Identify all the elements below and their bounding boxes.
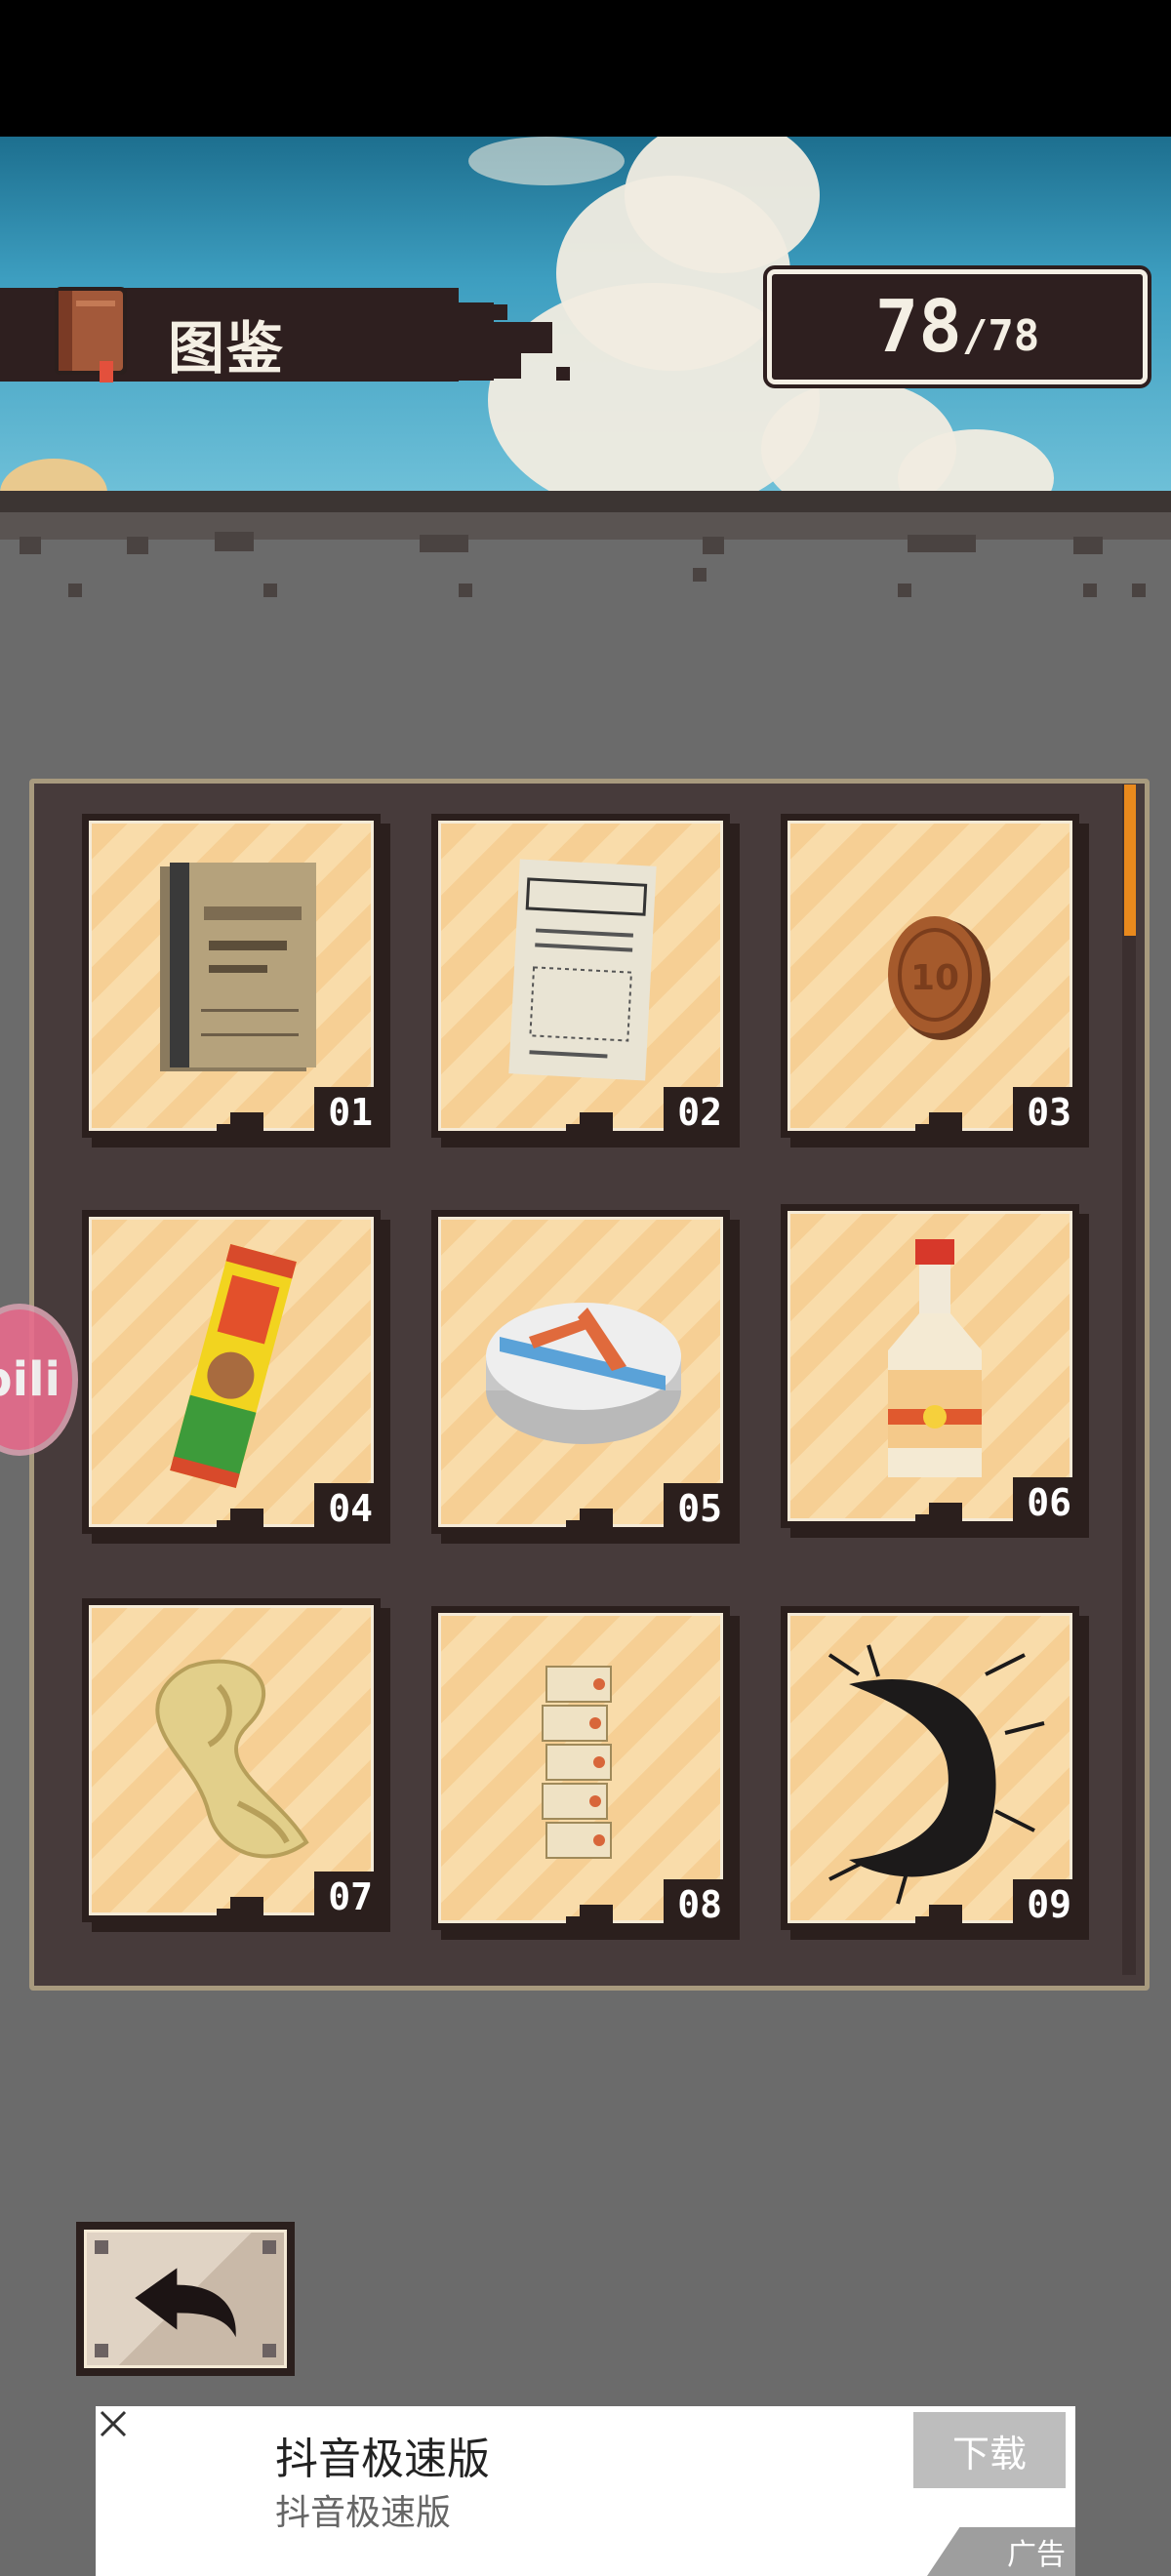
card-background — [438, 1613, 723, 1923]
ad-banner[interactable]: 抖音极速版 抖音极速版 下载 广告 — [96, 2406, 1075, 2576]
collection-card-02[interactable]: 02 — [431, 814, 730, 1138]
card-number: 04 — [314, 1483, 381, 1534]
svg-text:10: 10 — [910, 958, 959, 998]
ticket-strip-icon — [542, 1666, 612, 1859]
card-step — [915, 1514, 929, 1528]
collection-card-04[interactable]: 04 — [82, 1210, 381, 1534]
card-background — [89, 821, 374, 1131]
page-title: 图鉴 — [168, 315, 286, 382]
collection-card-09[interactable]: 09 — [781, 1606, 1079, 1930]
dragon-figure-icon — [155, 1659, 309, 1859]
card-step — [217, 1124, 230, 1138]
snack-bar-icon — [170, 1244, 297, 1488]
banner-pixel — [494, 322, 521, 379]
notebook-icon — [160, 863, 316, 1071]
banner-pixel — [556, 367, 570, 381]
bilibili-label: bili — [0, 1352, 61, 1407]
card-step — [566, 1520, 580, 1534]
card-step — [580, 1905, 613, 1930]
card-number: 07 — [314, 1872, 381, 1922]
collection-card-03[interactable]: 10 03 — [781, 814, 1079, 1138]
back-arrow-icon — [135, 2268, 236, 2338]
card-number: 06 — [1013, 1477, 1079, 1528]
close-icon[interactable] — [96, 2406, 131, 2441]
back-button-face — [84, 2230, 287, 2368]
black-seaweed-icon — [828, 1644, 1045, 1905]
card-step — [566, 1916, 580, 1930]
card-step — [217, 1520, 230, 1534]
book-icon — [55, 287, 127, 382]
card-step — [230, 1112, 263, 1138]
collected-count: 78 — [874, 285, 962, 369]
card-step — [929, 1112, 962, 1138]
total-count: 78 — [988, 310, 1040, 361]
mirin-bottle-icon — [888, 1239, 982, 1477]
status-bar — [0, 0, 1171, 137]
card-step — [929, 1905, 962, 1930]
card-step — [915, 1124, 929, 1138]
card-step — [580, 1509, 613, 1534]
collection-counter: 78 / 78 — [767, 269, 1148, 384]
collection-card-07[interactable]: 07 — [82, 1598, 381, 1922]
ground-strip — [0, 512, 1171, 540]
banner-pixel — [459, 302, 494, 381]
card-number: 09 — [1013, 1879, 1079, 1930]
card-step — [580, 1112, 613, 1138]
card-number: 01 — [314, 1087, 381, 1138]
ad-label: 广告 — [927, 2527, 1075, 2576]
card-number: 03 — [1013, 1087, 1079, 1138]
banner-pixel — [492, 304, 507, 320]
download-button[interactable]: 下载 — [913, 2412, 1066, 2488]
card-step — [230, 1897, 263, 1922]
card-number: 02 — [664, 1087, 730, 1138]
card-background — [89, 1605, 374, 1915]
ad-subtitle: 抖音极速版 — [275, 2493, 452, 2533]
ad-label-text: 广告 — [1007, 2538, 1066, 2572]
card-step — [929, 1503, 962, 1528]
card-step — [566, 1124, 580, 1138]
card-background: 10 — [787, 821, 1072, 1131]
collection-card-01[interactable]: 01 — [82, 814, 381, 1138]
collection-card-05[interactable]: 05 — [431, 1210, 730, 1534]
card-background — [787, 1211, 1072, 1521]
collection-card-08[interactable]: 08 — [431, 1606, 730, 1930]
back-button[interactable] — [76, 2222, 295, 2376]
ad-title: 抖音极速版 — [275, 2435, 490, 2484]
counter-separator: / — [961, 310, 989, 361]
card-step — [217, 1909, 230, 1922]
card-background — [438, 821, 723, 1131]
scrollbar-thumb[interactable] — [1124, 785, 1136, 936]
card-number: 05 — [664, 1483, 730, 1534]
card-background — [787, 1613, 1072, 1923]
banner-pixel — [521, 322, 552, 353]
paper-document-icon — [508, 859, 657, 1081]
collection-card-06[interactable]: 06 — [781, 1204, 1079, 1528]
card-background — [89, 1217, 374, 1527]
card-background — [438, 1217, 723, 1527]
card-number: 08 — [664, 1879, 730, 1930]
coin-icon: 10 — [888, 916, 990, 1040]
scrollbar-track[interactable] — [1122, 785, 1136, 1975]
card-step — [230, 1509, 263, 1534]
ground-edge — [0, 491, 1171, 512]
card-step — [915, 1916, 929, 1930]
rice-cake-icon — [486, 1303, 681, 1444]
